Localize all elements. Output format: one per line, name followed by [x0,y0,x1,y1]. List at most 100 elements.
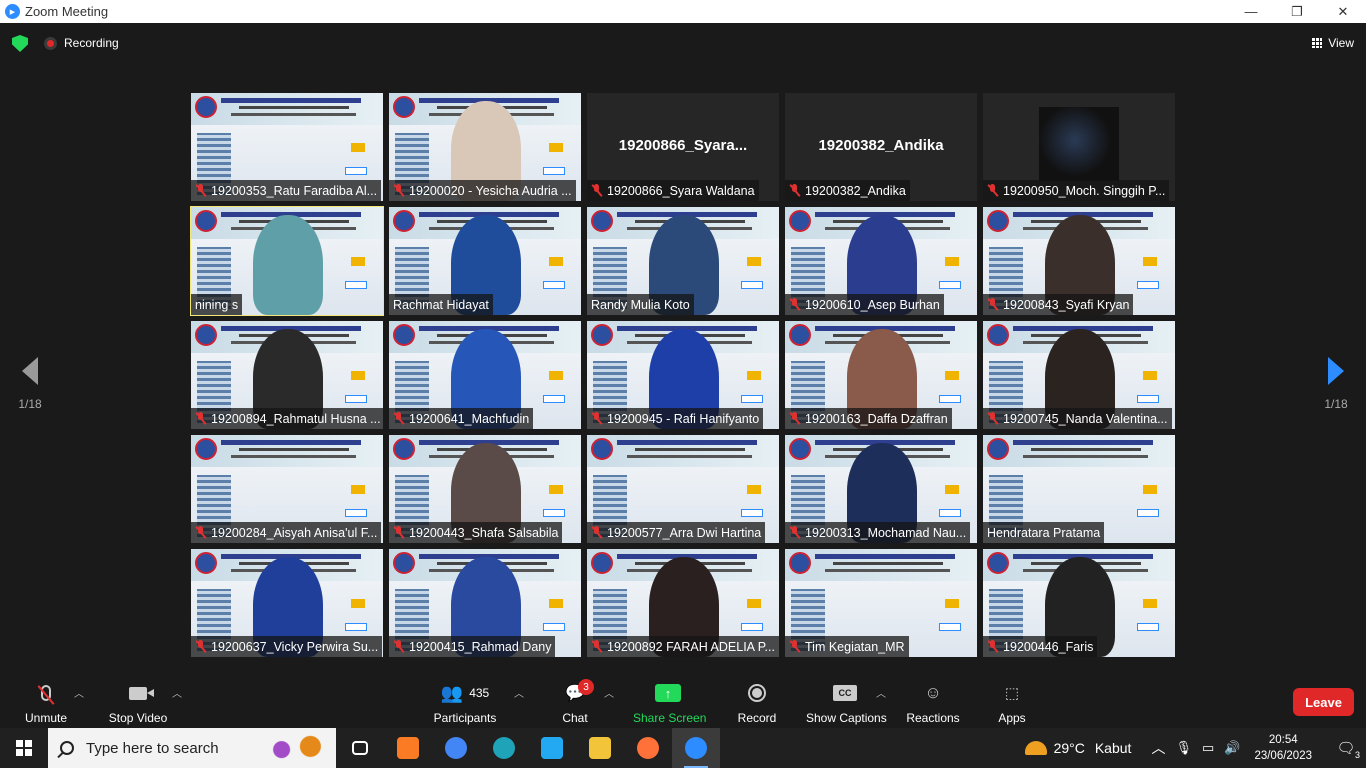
participant-tile[interactable]: 19200892 FARAH ADELIA P... [587,549,779,657]
video-options-caret-icon[interactable]: ︿ [172,685,182,700]
participant-name: Rachmat Hidayat [393,297,489,312]
system-tray: 29°C Kabut ︿ 🎙 ▭ 🔊 20:54 23/06/2023 🗨 3 [1024,728,1366,768]
unmute-button[interactable]: Unmute [20,681,72,725]
prev-page-button[interactable]: 1/18 [0,357,60,411]
participant-name-bar: Rachmat Hidayat [389,294,493,315]
participant-tile[interactable]: nining s [190,206,384,316]
show-captions-button[interactable]: CC Show Captions [806,681,887,725]
weather-widget[interactable]: 29°C Kabut [1024,740,1131,756]
participant-tile[interactable]: 19200446_Faris [983,549,1175,657]
battery-icon[interactable]: ▭ [1202,740,1214,756]
date-badge [549,599,563,608]
next-page-button[interactable]: 1/18 [1306,357,1366,411]
taskbar-zoom-button[interactable] [672,728,720,768]
security-shield-icon[interactable] [12,35,28,52]
participant-tile[interactable]: 19200313_Mochamad Nau... [785,435,977,543]
notification-center-button[interactable]: 🗨 3 [1326,728,1366,768]
participant-tile[interactable]: 19200382_Andika 19200382_Andika [785,93,977,201]
zoom-badge [345,281,367,289]
taskbar-task-view-button[interactable] [336,728,384,768]
participant-tile[interactable]: 19200020 - Yesicha Audria ... [389,93,581,201]
clock-date: 23/06/2023 [1254,750,1312,762]
chat-button[interactable]: 💬 3 Chat [560,679,594,725]
taskbar-edge-button[interactable] [480,728,528,768]
maximize-button[interactable]: ❐ [1274,0,1320,23]
participant-name-bar: 19200745_Nanda Valentina... [983,408,1172,429]
participant-tile[interactable]: Randy Mulia Koto [587,207,779,315]
windows-taskbar: Type here to search 29°C Kabut ︿ 🎙 ▭ 🔊 2… [0,728,1366,768]
leave-button[interactable]: Leave [1293,688,1354,716]
show-captions-label: Show Captions [806,711,887,725]
zoom-badge [741,509,763,517]
date-badge [945,257,959,266]
date-badge [549,485,563,494]
participant-tile[interactable]: 19200443_Shafa Salsabila [389,435,581,543]
participant-tile[interactable]: 19200945 - Rafi Hanifyanto [587,321,779,429]
minimize-button[interactable]: — [1228,0,1274,23]
taskbar-search-box[interactable]: Type here to search [48,728,336,768]
participant-tile[interactable]: 19200641_Machfudin [389,321,581,429]
participant-name: Hendratara Pratama [987,525,1101,540]
participant-name-bar: Tim Kegiatan_MR [785,636,909,657]
muted-mic-icon [987,640,998,653]
participant-tile[interactable]: 19200353_Ratu Faradiba Al... [191,93,383,201]
participant-tile[interactable]: 19200415_Rahmad Dany [389,549,581,657]
audio-options-caret-icon[interactable]: ︿ [74,685,84,700]
captions-caret-icon[interactable]: ︿ [876,685,886,700]
date-badge [945,599,959,608]
date-badge [747,257,761,266]
apps-label: Apps [998,711,1026,725]
share-screen-button[interactable]: ↑ Share Screen [633,681,706,725]
participant-tile[interactable]: Tim Kegiatan_MR [785,549,977,657]
participant-name: 19200745_Nanda Valentina... [1003,411,1168,426]
participant-name-bar: 19200020 - Yesicha Audria ... [389,180,576,201]
participant-name: nining s [195,297,239,312]
participant-name: 19200382_Andika [805,183,906,198]
participant-tile[interactable]: 19200637_Vicky Perwira Su... [191,549,383,657]
microphone-tray-icon[interactable]: 🎙 [1175,740,1192,756]
participant-tile[interactable]: 19200610_Asep Burhan [785,207,977,315]
participant-tile[interactable]: 19200163_Daffa Dzaffran [785,321,977,429]
zoom-badge [939,509,961,517]
taskbar-xampp-button[interactable] [384,728,432,768]
taskbar-firefox-button[interactable] [624,728,672,768]
view-button[interactable]: View [1312,36,1354,50]
video-camera-icon [129,686,154,700]
participant-tile[interactable]: 19200843_Syafi Kryan [983,207,1175,315]
participant-name: 19200866_Syara Waldana [607,183,755,198]
recording-indicator[interactable]: Recording [44,36,119,50]
participants-caret-icon[interactable]: ︿ [514,685,524,700]
clock[interactable]: 20:54 23/06/2023 [1254,732,1312,764]
apps-button[interactable]: ⬚ Apps [996,681,1028,725]
reactions-button[interactable]: ☺ Reactions [906,681,960,725]
tray-chevron-icon[interactable]: ︿ [1151,738,1165,758]
participant-tile[interactable]: Rachmat Hidayat [389,207,581,315]
participant-tile[interactable]: 19200284_Aisyah Anisa'ul F... [191,435,383,543]
participant-tile[interactable]: 19200577_Arra Dwi Hartina [587,435,779,543]
taskbar-chrome-button[interactable] [432,728,480,768]
zoom-icon [685,737,707,759]
date-badge [945,485,959,494]
participants-button[interactable]: 👥 435 Participants [432,681,498,726]
close-button[interactable]: ✕ [1320,0,1366,23]
participant-video [253,215,323,315]
muted-mic-icon [195,640,206,653]
stop-video-button[interactable]: Stop Video [106,681,170,725]
participant-tile[interactable]: 19200950_Moch. Singgih P... [983,93,1175,201]
participant-name-bar: 19200637_Vicky Perwira Su... [191,636,383,657]
muted-mic-icon [591,412,602,425]
participant-tile[interactable]: 19200745_Nanda Valentina... [983,321,1175,429]
participant-tile[interactable]: 19200894_Rahmatul Husna ... [191,321,383,429]
participant-tile[interactable]: 19200866_Syara... 19200866_Syara Waldana [587,93,779,201]
taskbar-vscode-button[interactable] [528,728,576,768]
record-button[interactable]: Record [737,681,777,725]
muted-mic-icon [393,412,404,425]
search-icon [60,741,74,755]
volume-icon[interactable]: 🔊 [1224,740,1240,756]
taskbar-file-explorer-button[interactable] [576,728,624,768]
unmute-label: Unmute [24,711,68,725]
participant-avatar [1039,107,1119,181]
start-button[interactable] [0,728,48,768]
chat-caret-icon[interactable]: ︿ [604,685,614,700]
participant-tile[interactable]: Hendratara Pratama [983,435,1175,543]
